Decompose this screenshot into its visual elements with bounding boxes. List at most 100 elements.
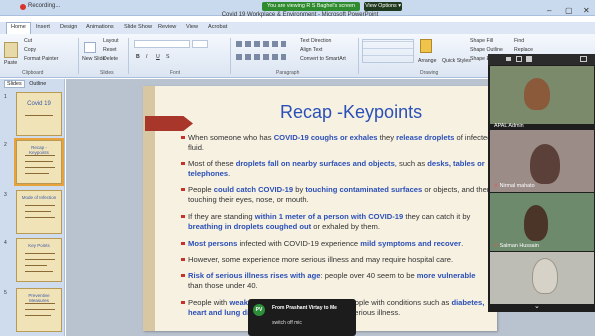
thumb-number: 4: [4, 240, 7, 246]
tab-acrobat[interactable]: Acrobat: [208, 24, 227, 30]
bullet-text: : people over 40 seem to be: [320, 271, 417, 280]
bullet-text: than those under 40.: [188, 281, 258, 290]
quick-styles-button[interactable]: Quick Styles: [442, 58, 471, 64]
align-text-button[interactable]: Align Text: [300, 47, 322, 53]
shape-outline-button[interactable]: Shape Outline: [470, 47, 503, 53]
list-buttons[interactable]: [236, 41, 286, 47]
shape-fill-button[interactable]: Shape Fill: [470, 38, 493, 44]
italic-button[interactable]: I: [146, 54, 147, 60]
bullet-item[interactable]: If they are standing within 1 meter of a…: [181, 212, 492, 232]
underline-button[interactable]: U: [156, 54, 160, 60]
bullet-item[interactable]: Most of these droplets fall on nearby su…: [181, 159, 492, 179]
view-options-button[interactable]: View Options ▾: [364, 2, 402, 11]
tab-review[interactable]: Review: [158, 24, 176, 30]
close-button[interactable]: ✕: [583, 6, 590, 15]
font-group-label: Font: [170, 70, 181, 76]
bullet-highlight: within 1 meter of a person with COVID-19: [254, 212, 404, 221]
maximize-button[interactable]: ▢: [565, 6, 573, 15]
slides-group-label: Slides: [100, 70, 114, 76]
bullet-highlight: could catch COVID-19: [213, 185, 294, 194]
thumb-title: Key Points: [28, 243, 50, 248]
tab-slide-show[interactable]: Slide Show: [124, 24, 152, 30]
shadow-button[interactable]: S: [166, 54, 169, 60]
tab-home[interactable]: Home: [6, 22, 31, 34]
new-slide-button[interactable]: New Slide: [82, 56, 105, 62]
thumb-line: [25, 211, 51, 212]
tab-view[interactable]: View: [186, 24, 198, 30]
thumb-number: 3: [4, 192, 7, 198]
thumb-number: 5: [4, 290, 7, 296]
ribbon-separator: [78, 38, 79, 74]
tab-outline[interactable]: Outline: [29, 81, 46, 87]
delete-button[interactable]: Delete: [103, 56, 118, 62]
bullet-highlight: touching contaminated surfaces: [305, 185, 423, 194]
chevron-down-icon[interactable]: ⌄: [534, 302, 544, 310]
arrange-button[interactable]: Arrange: [418, 58, 436, 64]
bullet-highlight: mild symptoms and recover: [360, 239, 462, 248]
minimize-button[interactable]: –: [547, 6, 551, 15]
paste-icon[interactable]: [4, 42, 18, 58]
reset-button[interactable]: Reset: [103, 47, 117, 53]
slide-thumbnail[interactable]: Key Points: [16, 238, 62, 282]
bullet-item[interactable]: When someone who has COVID-19 coughs or …: [181, 133, 492, 153]
slide-thumbnail-selected[interactable]: Recap - Keypoints: [14, 138, 64, 186]
grid-view-icon[interactable]: [516, 56, 522, 62]
thumb-line: [25, 167, 55, 168]
speaker-view-icon[interactable]: [526, 56, 532, 62]
bullet-text: infected with COVID-19 experience: [237, 239, 361, 248]
bullet-highlight: Risk of serious illness rises with age: [188, 271, 321, 280]
slide-thumbnail[interactable]: Covid 19: [16, 92, 62, 136]
tab-insert[interactable]: Insert: [36, 24, 50, 30]
bullet-highlight: COVID-19 coughs or exhales: [273, 133, 378, 142]
find-button[interactable]: Find: [514, 38, 524, 44]
thumb-line: [25, 315, 51, 316]
participant-video: [524, 78, 550, 110]
font-name-box[interactable]: [134, 40, 190, 48]
bullet-highlight: release droplets: [396, 133, 455, 142]
bullet-item[interactable]: People could catch COVID-19 by touching …: [181, 185, 492, 205]
bullet-text: Most of these: [188, 159, 236, 168]
layout-button[interactable]: Layout: [103, 38, 119, 44]
drawing-group-label: Drawing: [420, 70, 439, 76]
thumb-line: [25, 309, 55, 310]
shapes-gallery[interactable]: [362, 39, 414, 63]
thumb-line: [25, 217, 55, 218]
text-direction-button[interactable]: Text Direction: [300, 38, 331, 44]
bullet-item[interactable]: Risk of serious illness rises with age: …: [181, 271, 492, 291]
participant-tile[interactable]: [490, 66, 594, 124]
participant-video: [532, 258, 558, 294]
font-size-box[interactable]: [192, 40, 208, 48]
bullet-item[interactable]: Most persons infected with COVID-19 expe…: [181, 239, 492, 249]
convert-smartart-button[interactable]: Convert to SmartArt: [300, 56, 346, 62]
bullet-text: .: [461, 239, 464, 248]
title-accent-shape: [145, 116, 193, 131]
screen-share-banner: You are viewing R S Baghel's screen: [262, 2, 360, 11]
replace-button[interactable]: Replace: [514, 47, 533, 53]
format-painter-button[interactable]: Format Painter: [24, 56, 58, 62]
bullet-text: or exhaled by them.: [311, 222, 380, 231]
tab-slides[interactable]: Slides: [4, 80, 25, 88]
slide-title[interactable]: Recap -Keypoints: [280, 102, 422, 123]
tab-animations[interactable]: Animations: [86, 24, 114, 30]
minimize-panel-icon[interactable]: [506, 57, 511, 61]
paste-button[interactable]: Paste: [4, 60, 17, 66]
participant-tile[interactable]: [490, 252, 594, 304]
paragraph-group-label: Paragraph: [276, 70, 300, 76]
thumb-line: [25, 265, 47, 266]
cut-button[interactable]: Cut: [24, 38, 32, 44]
thumb-line: [25, 259, 55, 260]
recording-label: Recording...: [28, 3, 61, 9]
bold-button[interactable]: B: [136, 54, 140, 60]
copy-button[interactable]: Copy: [24, 47, 36, 53]
window-title: Covid 19 Workplace & Environment - Micro…: [221, 12, 379, 18]
thumb-title: Covid 19: [27, 101, 51, 107]
bullet-highlight: more vulnerable: [416, 271, 476, 280]
popout-icon[interactable]: [580, 56, 587, 62]
tab-design[interactable]: Design: [60, 24, 77, 30]
bullet-text: However, some experience more serious il…: [188, 255, 454, 264]
ribbon-separator: [230, 38, 231, 74]
slide-thumbnail[interactable]: Preventive Measures: [16, 288, 62, 332]
bullet-item[interactable]: However, some experience more serious il…: [181, 255, 492, 265]
align-buttons[interactable]: [236, 54, 286, 60]
slide-thumbnail[interactable]: Mode of Infection: [16, 190, 62, 234]
